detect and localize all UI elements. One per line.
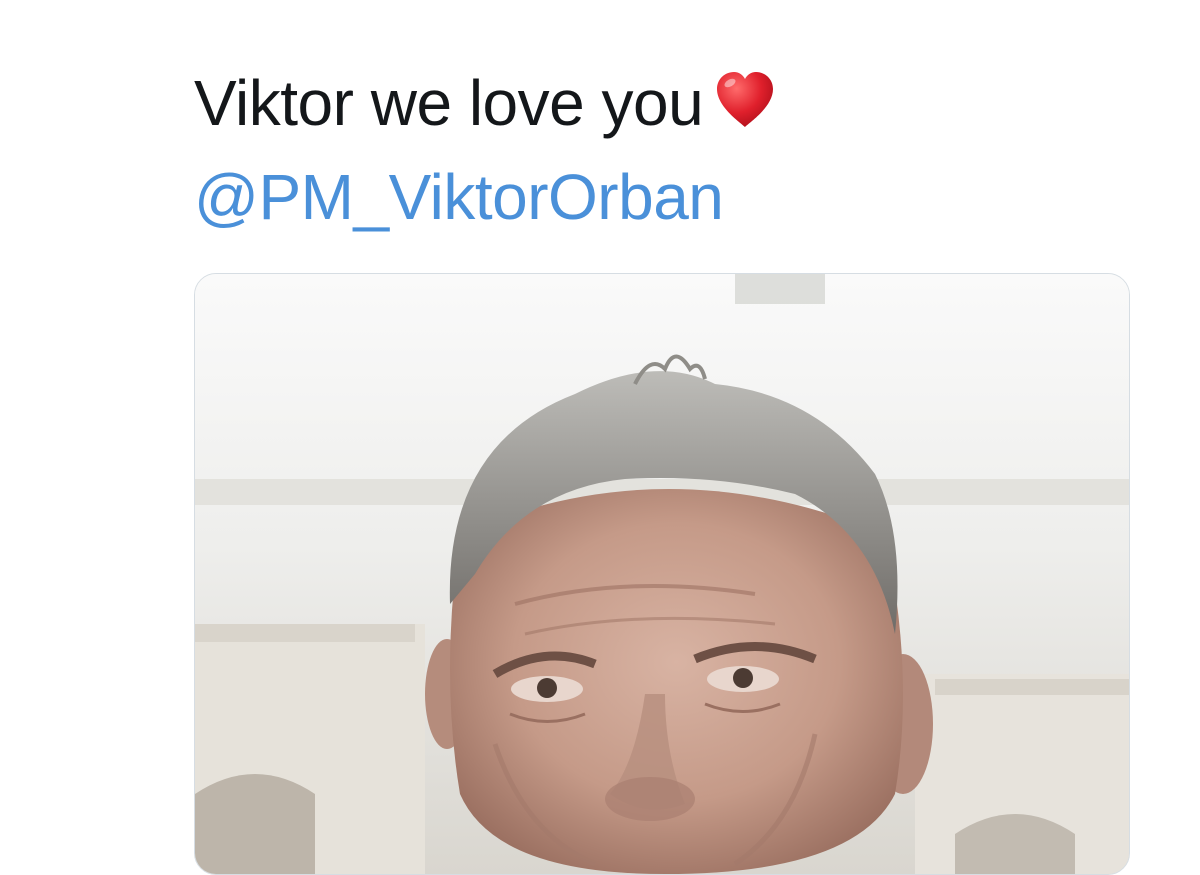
man-portrait-photo	[195, 274, 1129, 874]
tweet-text: Viktor we love you	[194, 66, 777, 146]
mention-link[interactable]: @PM_ViktorOrban	[194, 160, 724, 234]
media-card[interactable]	[194, 273, 1130, 875]
tweet: Viktor we love you @PM_ViktorOrban	[0, 0, 1200, 875]
red-heart-icon	[713, 69, 777, 146]
tweet-text-content: Viktor we love you	[194, 67, 704, 139]
